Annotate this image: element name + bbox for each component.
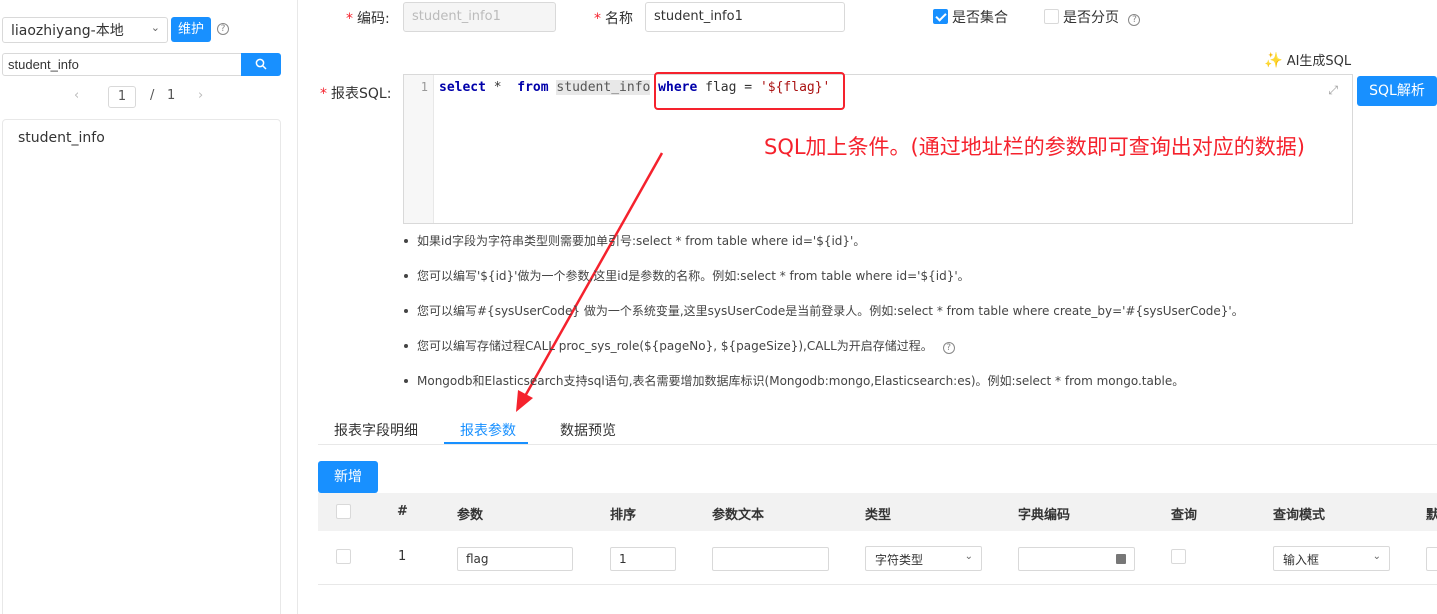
- query-checkbox[interactable]: [1171, 549, 1186, 564]
- col-header: 参数: [457, 508, 484, 523]
- col-header: 类型: [865, 508, 892, 523]
- sql-tips: 如果id字段为字符串类型则需要加单引号:select * from table …: [402, 232, 1244, 407]
- col-header: 排序: [610, 508, 637, 523]
- tip-item: Mongodb和Elasticsearch支持sql语句,表名需要增加数据库标识…: [402, 372, 1244, 407]
- param-table: # 参数 排序 参数文本 类型 字典编码 查询 查询模式 默 1 flag 1 …: [318, 493, 1437, 585]
- dict-code-input[interactable]: [1018, 547, 1135, 571]
- dict-picker-icon[interactable]: [1116, 554, 1126, 564]
- tab-field-details[interactable]: 报表字段明细: [334, 420, 418, 440]
- param-text-input[interactable]: [712, 547, 829, 571]
- row-checkbox[interactable]: [336, 549, 351, 564]
- table-row: 1 flag 1 字符类型 ⌄ 输入框 ⌄: [318, 531, 1437, 585]
- tip-item: 如果id字段为字符串类型则需要加单引号:select * from table …: [402, 232, 1244, 267]
- col-header: 查询: [1171, 508, 1198, 523]
- tip-item: 您可以编写存储过程CALL proc_sys_role(${pageNo}, $…: [402, 337, 1244, 372]
- query-mode-select[interactable]: 输入框 ⌄: [1273, 546, 1390, 571]
- tip-item: 您可以编写'${id}'做为一个参数,这里id是参数的名称。例如:select …: [402, 267, 1244, 302]
- active-tab-indicator: [444, 442, 528, 444]
- tab-data-preview[interactable]: 数据预览: [560, 420, 616, 440]
- tip-item: 您可以编写#{sysUserCode} 做为一个系统变量,这里sysUserCo…: [402, 302, 1244, 337]
- tab-report-params[interactable]: 报表参数: [460, 420, 516, 440]
- row-index: 1: [398, 549, 407, 564]
- default-value-input[interactable]: [1426, 547, 1437, 571]
- param-order-input[interactable]: 1: [610, 547, 676, 571]
- detail-tabs: 报表字段明细 报表参数 数据预览: [318, 412, 1437, 445]
- chevron-down-icon: ⌄: [1372, 551, 1381, 562]
- table-header: # 参数 排序 参数文本 类型 字典编码 查询 查询模式 默: [318, 493, 1437, 531]
- select-all-checkbox[interactable]: [336, 504, 351, 519]
- col-header: 字典编码: [1018, 508, 1071, 523]
- col-header: 查询模式: [1273, 508, 1326, 523]
- param-type-select[interactable]: 字符类型 ⌄: [865, 546, 982, 571]
- col-header: 参数文本: [712, 508, 765, 523]
- param-name-input[interactable]: flag: [457, 547, 573, 571]
- help-icon[interactable]: ?: [942, 342, 955, 354]
- col-header: #: [397, 504, 408, 519]
- col-header: 默: [1426, 508, 1437, 523]
- add-param-button[interactable]: 新增: [318, 461, 378, 493]
- chevron-down-icon: ⌄: [964, 551, 973, 562]
